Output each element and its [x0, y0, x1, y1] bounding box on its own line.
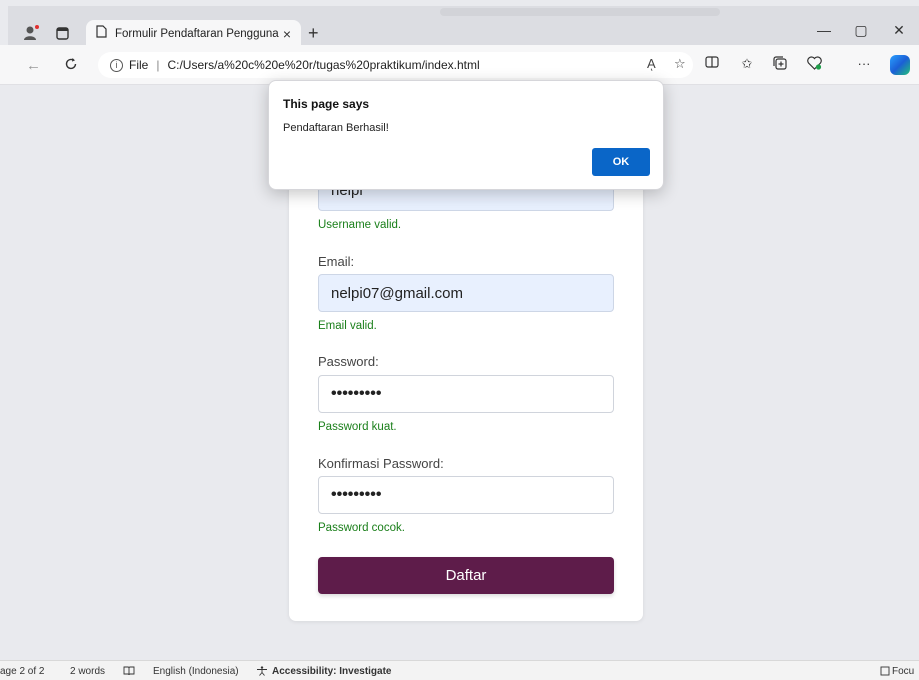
title-bar-top: [0, 0, 919, 6]
address-bar[interactable]: i File | C:/Users/a%20c%20e%20r/tugas%20…: [98, 52, 693, 78]
email-label: Email:: [318, 254, 355, 269]
favorites-icon[interactable]: ✩: [738, 56, 756, 72]
page-icon: [96, 25, 107, 43]
minimize-button[interactable]: —: [814, 22, 834, 38]
password-input[interactable]: •••••••••: [318, 375, 614, 413]
address-scheme: File: [129, 58, 149, 72]
info-icon[interactable]: i: [110, 58, 123, 72]
close-window-button[interactable]: ✕: [889, 22, 909, 39]
confirm-password-input[interactable]: •••••••••: [318, 476, 614, 514]
title-bar-edge: [0, 6, 8, 45]
new-tab-button[interactable]: +: [308, 24, 319, 42]
browser-tab-active[interactable]: Formulir Pendaftaran Pengguna ×: [86, 20, 301, 48]
confirm-password-label: Konfirmasi Password:: [318, 456, 444, 471]
address-separator: |: [156, 58, 160, 72]
dialog-title: This page says: [283, 97, 370, 111]
copilot-icon[interactable]: [890, 55, 910, 75]
email-valid-message: Email valid.: [318, 320, 377, 332]
maximize-button[interactable]: ▢: [851, 22, 871, 39]
password-match-message: Password cocok.: [318, 522, 405, 534]
email-value: nelpi07@gmail.com: [331, 284, 463, 302]
accessibility-status[interactable]: Accessibility: Investigate: [272, 666, 392, 677]
submit-button[interactable]: Daftar: [318, 557, 614, 594]
collections-icon[interactable]: [771, 56, 789, 73]
favorite-icon[interactable]: ☆: [674, 56, 686, 72]
page-count[interactable]: age 2 of 2: [0, 666, 44, 677]
password-value: •••••••••: [331, 385, 382, 402]
split-screen-icon[interactable]: [703, 56, 721, 71]
tab-title: Formulir Pendaftaran Pengguna: [115, 28, 279, 40]
more-icon[interactable]: ···: [855, 56, 873, 71]
confirm-password-value: •••••••••: [331, 486, 382, 503]
email-input[interactable]: nelpi07@gmail.com: [318, 274, 614, 312]
accessibility-icon[interactable]: [256, 666, 268, 679]
back-icon[interactable]: ←: [26, 57, 41, 74]
tab-actions-icon[interactable]: [53, 24, 71, 42]
performance-icon[interactable]: [805, 56, 823, 73]
username-valid-message: Username valid.: [318, 219, 402, 231]
address-url: C:/Users/a%20c%20e%20r/tugas%20praktikum…: [167, 58, 480, 72]
reload-icon[interactable]: [64, 57, 78, 75]
proofing-icon[interactable]: [123, 666, 135, 679]
tab-close-icon[interactable]: ×: [283, 26, 291, 42]
profile-icon[interactable]: [22, 24, 40, 42]
drag-region[interactable]: [440, 8, 720, 16]
registration-form: nelpi Username valid. Email: nelpi07@gma…: [289, 173, 643, 621]
status-bar: age 2 of 2 2 words English (Indonesia) A…: [0, 660, 919, 680]
browser-toolbar: ← i File | C:/Users/a%20c%20e%20r/tugas%…: [0, 45, 919, 85]
dialog-ok-button[interactable]: OK: [592, 148, 650, 176]
language-status[interactable]: English (Indonesia): [153, 666, 239, 677]
focus-mode[interactable]: Focu: [892, 666, 914, 677]
alert-dialog: This page says Pendaftaran Berhasil! OK: [268, 80, 664, 190]
dialog-message: Pendaftaran Berhasil!: [283, 122, 389, 134]
read-aloud-icon[interactable]: Aͅ: [647, 56, 656, 71]
title-bar: Formulir Pendaftaran Pengguna × + — ▢ ✕: [0, 0, 919, 48]
focus-mode-icon[interactable]: [880, 666, 890, 679]
password-strength-message: Password kuat.: [318, 421, 397, 433]
password-label: Password:: [318, 354, 379, 369]
word-count[interactable]: 2 words: [70, 666, 105, 677]
